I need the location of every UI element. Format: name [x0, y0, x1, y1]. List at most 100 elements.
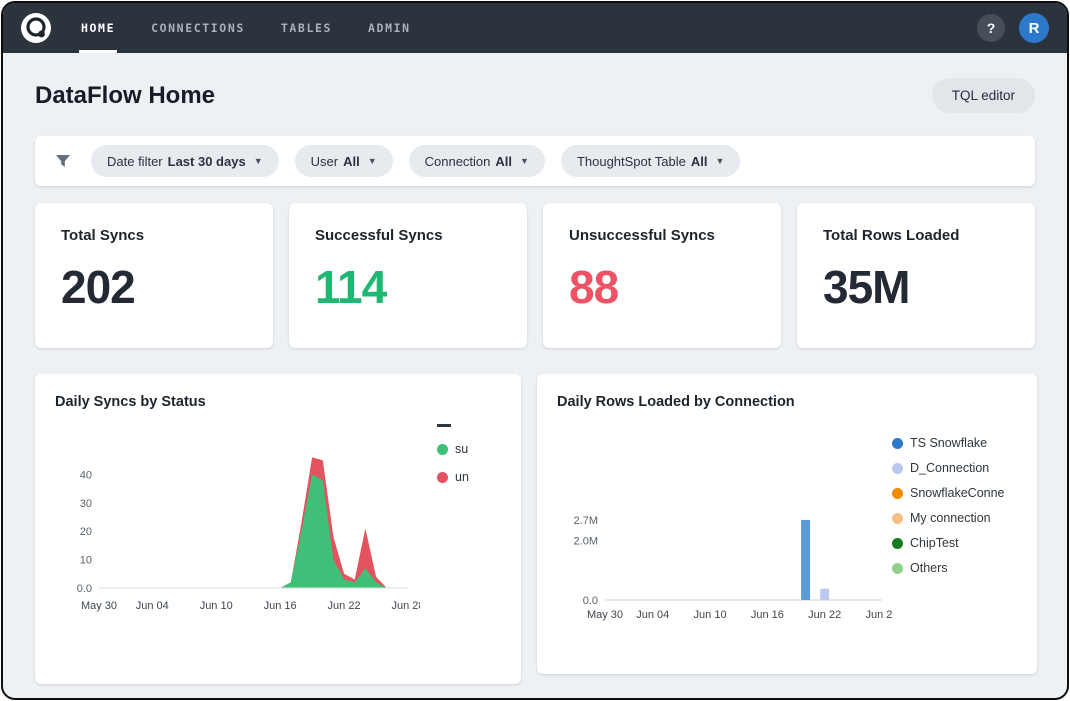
legend-item-d-connection[interactable]: D_Connection: [892, 461, 1037, 475]
legend-label: My connection: [910, 511, 991, 525]
axis-tick-label: Jun 28: [865, 609, 892, 621]
legend-dot: [892, 538, 903, 549]
kpi-label: Successful Syncs: [315, 227, 501, 244]
kpi-label: Total Rows Loaded: [823, 227, 1009, 244]
axis-tick-label: 0.0: [77, 583, 92, 595]
kpi-card-total-syncs: Total Syncs 202: [35, 203, 273, 348]
kpi-row: Total Syncs 202 Successful Syncs 114 Uns…: [35, 203, 1035, 348]
kpi-card-total-rows-loaded: Total Rows Loaded 35M: [797, 203, 1035, 348]
daily-syncs-by-status-card: Daily Syncs by Status 0.0 10 20 30 40 May 30 J…: [35, 374, 521, 684]
axis-tick-label: Jun 22: [808, 609, 841, 621]
legend-label: D_Connection: [910, 461, 989, 475]
axis-tick-label: May 30: [587, 609, 623, 621]
axis-tick-label: Jun 04: [136, 600, 169, 612]
kpi-card-successful-syncs: Successful Syncs 114: [289, 203, 527, 348]
date-filter-dropdown[interactable]: Date filter Last 30 days ▼: [91, 145, 279, 177]
legend-label: un: [455, 470, 469, 484]
legend-item-snowflake-connection[interactable]: SnowflakeConne: [892, 486, 1037, 500]
chevron-down-icon: ▼: [715, 156, 724, 166]
legend-item-chiptest[interactable]: ChipTest: [892, 536, 1037, 550]
filter-value: Last 30 days: [168, 154, 246, 169]
bar-TS Snowflake: [801, 520, 810, 600]
nav-item-connections[interactable]: CONNECTIONS: [149, 3, 247, 53]
kpi-value: 88: [569, 260, 755, 314]
legend-label: ChipTest: [910, 536, 959, 550]
legend-item-successful[interactable]: su: [437, 442, 501, 456]
thoughtspot-logo[interactable]: [21, 13, 51, 43]
legend-item-others[interactable]: Others: [892, 561, 1037, 575]
legend-truncated-item: [437, 424, 451, 427]
legend-item-my-connection[interactable]: My connection: [892, 511, 1037, 525]
page-title: DataFlow Home: [35, 82, 215, 110]
daily-rows-by-connection-card: Daily Rows Loaded by Connection 0.0 2.0M 2…: [537, 374, 1037, 674]
axis-tick-label: Jun 16: [751, 609, 784, 621]
kpi-value: 114: [315, 260, 501, 314]
filter-value: All: [343, 154, 360, 169]
axis-tick-label: 2.0M: [574, 536, 598, 548]
chart-title: Daily Syncs by Status: [55, 394, 501, 410]
chevron-down-icon: ▼: [368, 156, 377, 166]
rows-chart-legend: TS Snowflake D_Connection SnowflakeConne: [892, 436, 1037, 631]
legend-label: SnowflakeConne: [910, 486, 1005, 500]
axis-tick-label: Jun 22: [328, 600, 361, 612]
page-header: DataFlow Home TQL editor: [35, 78, 1035, 113]
axis-tick-label: 0.0: [583, 595, 598, 607]
filter-funnel-icon: [55, 153, 71, 169]
main-content: DataFlow Home TQL editor Date filter Las…: [3, 53, 1067, 698]
bar-D_Connection: [820, 589, 829, 600]
nav-item-tables[interactable]: TABLES: [279, 3, 334, 53]
chevron-down-icon: ▼: [254, 156, 263, 166]
connection-filter-dropdown[interactable]: Connection All ▼: [409, 145, 545, 177]
legend-label: TS Snowflake: [910, 436, 987, 450]
top-nav-bar: HOME CONNECTIONS TABLES ADMIN ? R: [3, 3, 1067, 53]
legend-item-ts-snowflake[interactable]: TS Snowflake: [892, 436, 1037, 450]
axis-tick-label: 2.7M: [574, 515, 598, 527]
filter-prefix: Date filter: [107, 154, 163, 169]
app-window: HOME CONNECTIONS TABLES ADMIN ? R DataFl…: [1, 1, 1069, 700]
kpi-value: 35M: [823, 260, 1009, 314]
filter-value: All: [495, 154, 512, 169]
legend-dot: [437, 444, 448, 455]
nav-item-home[interactable]: HOME: [79, 3, 117, 53]
axis-tick-label: Jun 16: [264, 600, 297, 612]
legend-dot: [892, 438, 903, 449]
area-unsuccessful: [99, 457, 408, 588]
axis-tick-label: 40: [80, 469, 92, 481]
axis-tick-label: Jun 10: [694, 609, 727, 621]
topbar-actions: ? R: [977, 13, 1049, 43]
filter-prefix: ThoughtSpot Table: [577, 154, 686, 169]
axis-tick-label: May 30: [81, 600, 117, 612]
thoughtspot-table-filter-dropdown[interactable]: ThoughtSpot Table All ▼: [561, 145, 740, 177]
chevron-down-icon: ▼: [520, 156, 529, 166]
axis-tick-label: Jun 10: [200, 600, 233, 612]
legend-dot: [892, 488, 903, 499]
axis-tick-label: Jun 04: [636, 609, 669, 621]
logo-icon: [21, 13, 51, 43]
main-nav: HOME CONNECTIONS TABLES ADMIN: [79, 3, 413, 53]
axis-tick-label: 10: [80, 555, 92, 567]
user-filter-dropdown[interactable]: User All ▼: [295, 145, 393, 177]
kpi-value: 202: [61, 260, 247, 314]
legend-label: su: [455, 442, 468, 456]
help-button[interactable]: ?: [977, 14, 1005, 42]
legend-label: Others: [910, 561, 948, 575]
tql-editor-button[interactable]: TQL editor: [932, 78, 1035, 113]
nav-item-admin[interactable]: ADMIN: [366, 3, 413, 53]
legend-dot: [437, 472, 448, 483]
filter-bar: Date filter Last 30 days ▼ User All ▼ Co…: [35, 136, 1035, 186]
kpi-label: Total Syncs: [61, 227, 247, 244]
daily-rows-bar-chart: 0.0 2.0M 2.7M May 30 Jun 04 Jun 10 Jun 16 Jun 2…: [557, 508, 892, 626]
legend-dot: [892, 513, 903, 524]
kpi-label: Unsuccessful Syncs: [569, 227, 755, 244]
daily-syncs-area-chart: 0.0 10 20 30 40 May 30 Jun 04 Jun 10 Jun 16 Jun 2…: [55, 430, 420, 618]
chart-title: Daily Rows Loaded by Connection: [557, 394, 1017, 410]
user-avatar[interactable]: R: [1019, 13, 1049, 43]
axis-tick-label: 20: [80, 526, 92, 538]
filter-prefix: User: [311, 154, 338, 169]
syncs-chart-legend: su un: [437, 424, 501, 623]
kpi-card-unsuccessful-syncs: Unsuccessful Syncs 88: [543, 203, 781, 348]
legend-item-unsuccessful[interactable]: un: [437, 470, 501, 484]
filter-prefix: Connection: [425, 154, 491, 169]
axis-tick-label: 30: [80, 498, 92, 510]
filter-value: All: [691, 154, 708, 169]
